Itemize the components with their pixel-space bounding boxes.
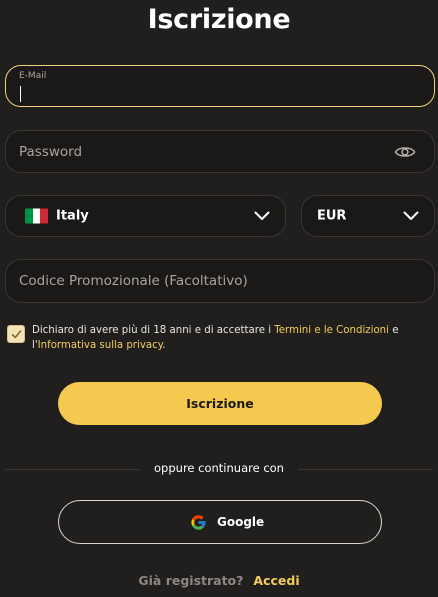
consent-text-start: Dichiaro di avere più di 18 anni e di ac… <box>32 325 275 336</box>
eye-icon[interactable] <box>394 144 416 160</box>
signup-button[interactable]: Iscrizione <box>58 382 382 425</box>
chevron-down-icon <box>403 211 419 220</box>
google-label: Google <box>217 515 265 529</box>
already-registered-text: Già registrato? <box>138 573 244 588</box>
terms-link[interactable]: Termini e le Condizioni <box>274 325 389 336</box>
italy-flag-icon <box>25 208 48 224</box>
email-label: E-Mail <box>19 71 47 81</box>
text-cursor <box>20 86 21 102</box>
flag-stripe-green <box>25 208 33 224</box>
google-icon <box>191 515 206 530</box>
flag-stripe-red <box>40 208 48 224</box>
country-value: Italy <box>56 208 89 224</box>
consent-text-end: . <box>162 340 166 351</box>
social-separator-text: oppure continuare con <box>154 461 284 475</box>
currency-value: EUR <box>317 208 347 224</box>
promo-code-field[interactable]: Codice Promozionale (Facoltativo) <box>5 259 435 303</box>
login-link[interactable]: Accedi <box>253 573 299 588</box>
promo-code-placeholder: Codice Promozionale (Facoltativo) <box>19 273 248 289</box>
privacy-link[interactable]: Informativa sulla privacy <box>38 340 163 351</box>
consent-text: Dichiaro di avere più di 18 anni e di ac… <box>32 323 427 353</box>
password-placeholder: Password <box>19 143 83 160</box>
flag-stripe-white <box>32 208 41 224</box>
divider-right <box>298 469 433 470</box>
email-field[interactable]: E-Mail <box>5 65 435 107</box>
currency-select[interactable]: EUR <box>301 195 435 237</box>
page-title: Iscrizione <box>147 4 291 35</box>
checkmark-icon <box>11 330 22 339</box>
login-prompt: Già registrato? Accedi <box>0 573 438 588</box>
password-field[interactable]: Password <box>5 130 435 173</box>
country-select[interactable]: Italy <box>5 195 286 237</box>
google-signin-button[interactable]: Google <box>58 500 382 544</box>
chevron-down-icon <box>254 211 270 220</box>
consent-checkbox[interactable] <box>7 325 25 343</box>
signup-page: Iscrizione E-Mail Password Italy EUR Cod… <box>0 0 438 597</box>
